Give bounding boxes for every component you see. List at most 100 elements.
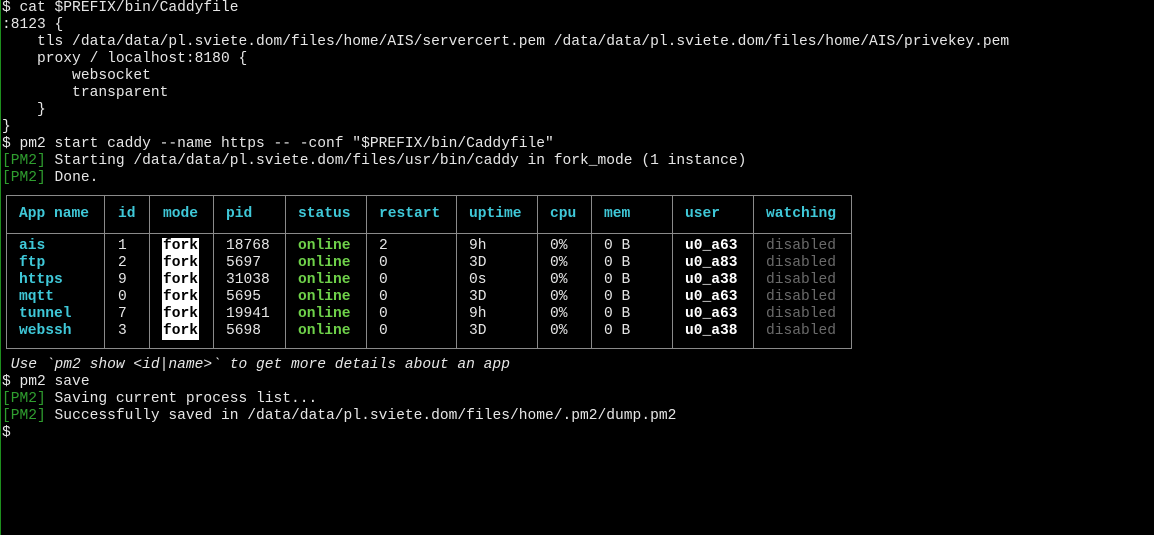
cell-id: 9	[118, 272, 127, 288]
cell-restart: 0	[379, 323, 388, 339]
hint-text: Use `pm2 show <id|name>` to get more det…	[2, 357, 510, 373]
cell-pid: 5698	[226, 323, 262, 339]
pm2-message: Done.	[45, 170, 99, 186]
cell-status: online	[298, 272, 351, 288]
pm2-output-line: [PM2] Successfully saved in /data/data/p…	[2, 408, 676, 425]
cell-user: u0_a63	[685, 306, 738, 322]
cell-watching: disabled	[766, 255, 837, 271]
cell-mem: 0 B	[604, 323, 631, 339]
terminal-line: $ pm2 save	[2, 374, 90, 390]
cell-user: u0_a63	[685, 238, 738, 254]
terminal-line: $ pm2 start caddy --name https -- -conf …	[2, 136, 554, 152]
cell-pid: 18768	[226, 238, 270, 254]
cell-restart: 0	[379, 255, 388, 271]
cell-user: u0_a38	[685, 323, 738, 339]
command-prompt[interactable]: $	[2, 425, 11, 442]
terminal-line: }	[2, 119, 11, 135]
cell-status: online	[298, 255, 351, 271]
cell-uptime: 9h	[469, 238, 487, 254]
column-header-watching: watching	[766, 206, 837, 222]
cell-id: 1	[118, 238, 127, 254]
cell-status: online	[298, 289, 351, 305]
cell-mode: fork	[162, 272, 200, 289]
cell-mode: fork	[162, 306, 200, 323]
cell-restart: 2	[379, 238, 388, 254]
terminal-line: $ cat $PREFIX/bin/Caddyfile	[2, 0, 239, 16]
cell-watching: disabled	[766, 289, 837, 305]
cell-id: 7	[118, 306, 127, 322]
cell-cpu: 0%	[550, 323, 568, 339]
cell-pid: 31038	[226, 272, 270, 288]
cell-watching: disabled	[766, 306, 837, 322]
cell-user: u0_a83	[685, 255, 738, 271]
column-header-pid: pid	[226, 206, 253, 222]
column-header-user: user	[685, 206, 721, 222]
pm2-tag: [PM2]	[2, 153, 46, 169]
terminal-window[interactable]: $ cat $PREFIX/bin/Caddyfile :8123 { tls …	[1, 0, 1154, 535]
cell-pid: 5695	[226, 289, 262, 305]
cell-uptime: 0s	[469, 272, 487, 288]
cell-app-name: ais	[19, 238, 46, 254]
cell-cpu: 0%	[550, 255, 568, 271]
cell-app-name: webssh	[19, 323, 72, 339]
cell-cpu: 0%	[550, 289, 568, 305]
column-header-status: status	[298, 206, 351, 222]
cell-uptime: 3D	[469, 289, 487, 305]
cell-mem: 0 B	[604, 272, 631, 288]
cell-watching: disabled	[766, 323, 837, 339]
process-table: App name id mode pid status restart upti…	[6, 195, 852, 349]
pm2-message: Successfully saved in /data/data/pl.svie…	[45, 408, 677, 424]
cell-mem: 0 B	[604, 289, 631, 305]
column-header-id: id	[118, 206, 136, 222]
cell-cpu: 0%	[550, 272, 568, 288]
cell-mem: 0 B	[604, 255, 631, 271]
cell-watching: disabled	[766, 238, 837, 254]
cell-uptime: 3D	[469, 255, 487, 271]
cell-mem: 0 B	[604, 306, 631, 322]
pm2-output-line: [PM2] Saving current process list...	[2, 391, 317, 408]
pm2-message: Starting /data/data/pl.sviete.dom/files/…	[45, 153, 747, 169]
cell-user: u0_a38	[685, 272, 738, 288]
column-header-restart: restart	[379, 206, 441, 222]
cell-watching: disabled	[766, 272, 837, 288]
terminal-line: proxy / localhost:8180 {	[2, 51, 248, 67]
cell-status: online	[298, 238, 351, 254]
cell-id: 0	[118, 289, 127, 305]
pm2-output-line: [PM2] Starting /data/data/pl.sviete.dom/…	[2, 153, 746, 170]
cell-id: 3	[118, 323, 127, 339]
cell-app-name: tunnel	[19, 306, 72, 322]
cell-mode: fork	[162, 289, 200, 306]
pm2-tag: [PM2]	[2, 170, 46, 186]
cell-app-name: https	[19, 272, 63, 288]
terminal-line: websocket	[2, 68, 151, 84]
cell-app-name: ftp	[19, 255, 46, 271]
terminal-line: }	[2, 102, 46, 118]
column-header-uptime: uptime	[469, 206, 522, 222]
column-header-app-name: App name	[19, 206, 90, 222]
pm2-tag: [PM2]	[2, 391, 46, 407]
cell-restart: 0	[379, 289, 388, 305]
cell-mode: fork	[162, 238, 200, 255]
cell-restart: 0	[379, 306, 388, 322]
pm2-message: Saving current process list...	[45, 391, 318, 407]
column-header-cpu: cpu	[550, 206, 577, 222]
cell-user: u0_a63	[685, 289, 738, 305]
column-header-mem: mem	[604, 206, 631, 222]
pm2-output-line: [PM2] Done.	[2, 170, 98, 187]
cell-uptime: 3D	[469, 323, 487, 339]
cell-mode: fork	[162, 255, 200, 272]
terminal-line: transparent	[2, 85, 169, 101]
cell-cpu: 0%	[550, 238, 568, 254]
cell-restart: 0	[379, 272, 388, 288]
column-header-mode: mode	[163, 206, 199, 222]
cell-mem: 0 B	[604, 238, 631, 254]
cell-uptime: 9h	[469, 306, 487, 322]
terminal-line: tls /data/data/pl.sviete.dom/files/home/…	[2, 34, 1010, 50]
cell-pid: 19941	[226, 306, 270, 322]
cell-status: online	[298, 323, 351, 339]
pm2-tag: [PM2]	[2, 408, 46, 424]
cell-app-name: mqtt	[19, 289, 55, 305]
cell-id: 2	[118, 255, 127, 271]
cell-mode: fork	[162, 323, 200, 340]
terminal-line: :8123 {	[2, 17, 64, 33]
